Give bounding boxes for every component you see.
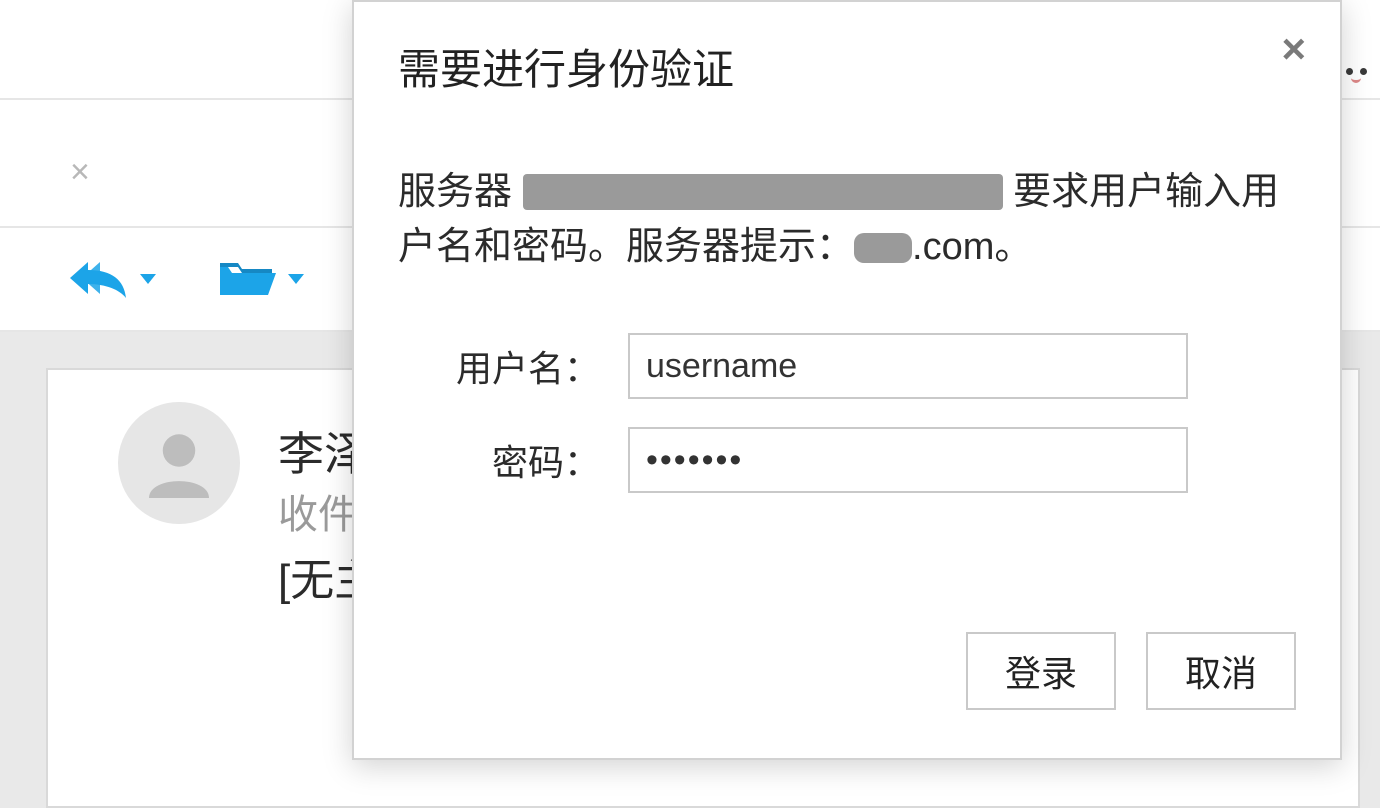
password-label: 密码： — [398, 434, 628, 486]
dialog-button-row: 登录 取消 — [966, 632, 1296, 710]
move-to-folder-button[interactable] — [216, 257, 304, 301]
dialog-description: 服务器 要求用户输入用户名和密码。服务器提示：.com。 — [398, 165, 1296, 275]
sender-avatar — [118, 402, 240, 524]
login-button[interactable]: 登录 — [966, 632, 1116, 710]
username-input[interactable] — [628, 333, 1188, 399]
password-input[interactable] — [628, 427, 1188, 493]
reply-all-button[interactable] — [66, 258, 156, 300]
password-row: 密码： — [398, 427, 1296, 493]
chevron-down-icon — [140, 274, 156, 284]
redacted-server-address — [523, 174, 1003, 210]
tab-close-button[interactable]: × — [70, 155, 90, 189]
chevron-down-icon — [288, 274, 304, 284]
recipients-label: 收件 — [278, 482, 358, 540]
redacted-realm-prefix — [854, 233, 912, 263]
username-label: 用户名： — [398, 340, 628, 392]
auth-required-dialog: × 需要进行身份验证 服务器 要求用户输入用户名和密码。服务器提示：.com。 … — [352, 0, 1342, 760]
dialog-desc-domain-suffix: .com。 — [912, 226, 1032, 268]
username-row: 用户名： — [398, 333, 1296, 399]
folder-open-icon — [216, 257, 278, 301]
dialog-close-button[interactable]: × — [1281, 28, 1306, 70]
dialog-title: 需要进行身份验证 — [398, 36, 1296, 97]
dialog-desc-prefix: 服务器 — [398, 171, 523, 213]
reply-all-icon — [66, 258, 130, 300]
assistant-face-icon — [1344, 62, 1374, 92]
cancel-button[interactable]: 取消 — [1146, 632, 1296, 710]
